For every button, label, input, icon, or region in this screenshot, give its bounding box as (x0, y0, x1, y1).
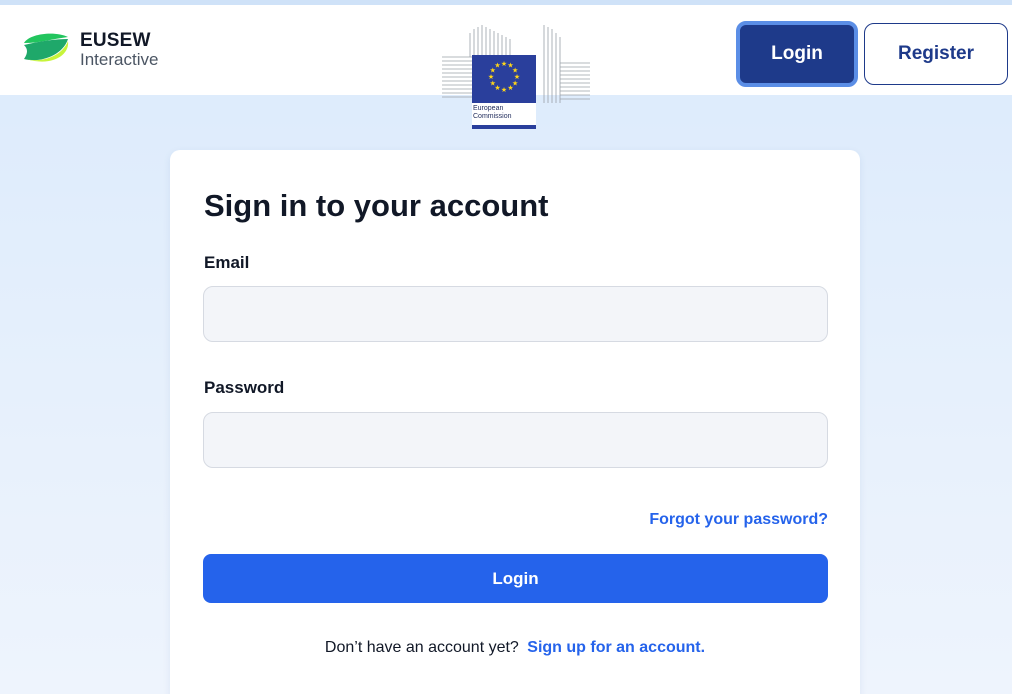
login-submit-button[interactable]: Login (203, 554, 828, 603)
eusew-brand-logo[interactable]: EUSEW Interactive (22, 29, 158, 69)
brand-title: EUSEW (80, 29, 151, 51)
svg-text:★: ★ (494, 62, 500, 70)
signup-link[interactable]: Sign up for an account. (527, 639, 705, 656)
header-login-button[interactable]: Login (736, 21, 858, 87)
email-label: Email (204, 253, 250, 272)
page-title: Sign in to your account (204, 188, 549, 223)
header-register-button[interactable]: Register (864, 23, 1008, 85)
svg-text:★: ★ (501, 86, 507, 94)
eusew-swoosh-icon (24, 33, 69, 62)
forgot-password-link[interactable]: Forgot your password? (649, 511, 828, 529)
signup-prompt-line: Don’t have an account yet? Sign up for a… (170, 639, 860, 657)
top-navigation-bar: EUSEW Interactive ★ ★ ★ ★ ★ ★ ★ ★ ★ ★ ★ … (0, 0, 1012, 129)
sign-in-card: Sign in to your account Email Password F… (170, 150, 860, 694)
svg-text:★: ★ (501, 60, 507, 68)
signup-prompt-text: Don’t have an account yet? (324, 639, 519, 656)
brand-subtitle: Interactive (80, 49, 159, 69)
password-field[interactable] (203, 412, 828, 468)
password-label: Password (204, 378, 285, 397)
svg-text:★: ★ (507, 84, 513, 92)
email-field[interactable] (203, 286, 828, 342)
ec-logo-caption: European Commission (473, 105, 512, 120)
